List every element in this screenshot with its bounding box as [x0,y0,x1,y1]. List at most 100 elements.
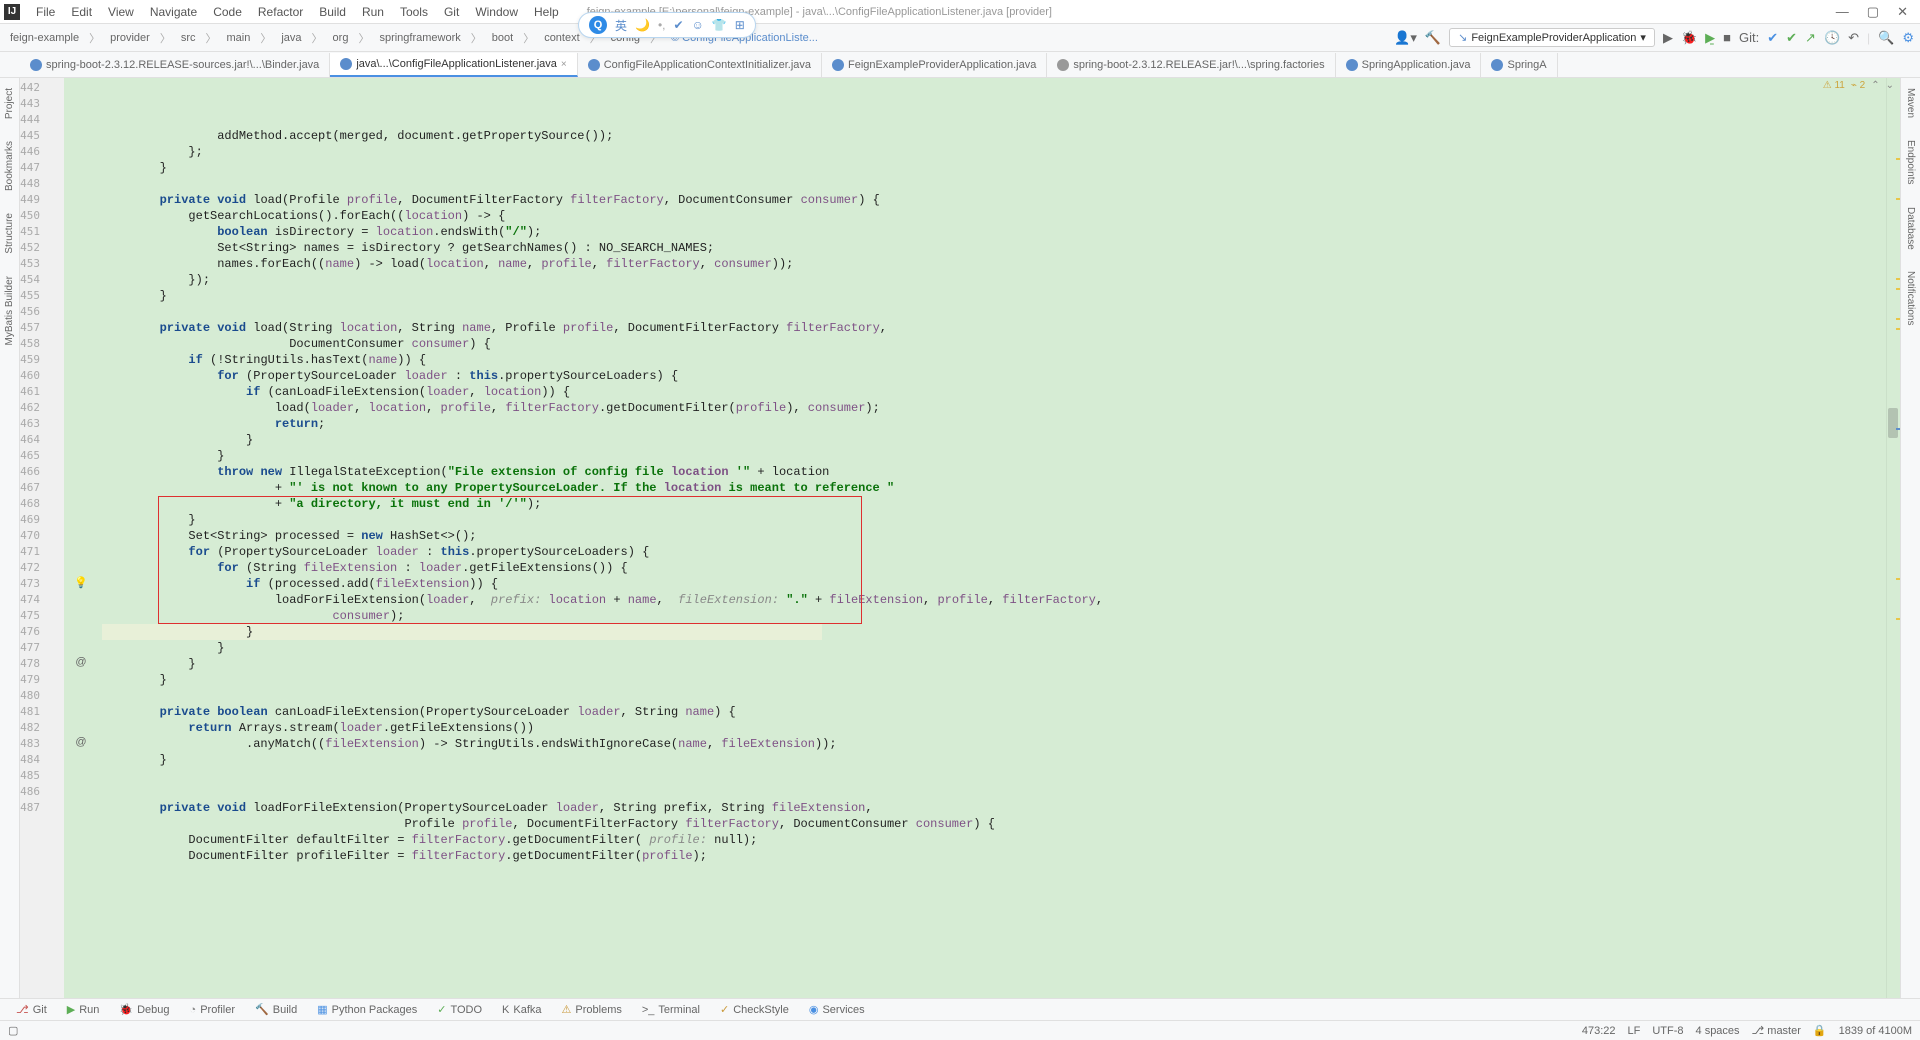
breadcrumb-item[interactable]: org [329,30,353,46]
git-rollback-icon[interactable]: ↶ [1848,30,1859,46]
tool-project[interactable]: Project [4,84,15,123]
code-line[interactable]: DocumentFilter defaultFilter = filterFac… [102,832,1886,848]
code-line[interactable]: for (PropertySourceLoader loader : this.… [102,544,1886,560]
code-line[interactable]: } [102,656,1886,672]
run-config-select[interactable]: ↘ FeignExampleProviderApplication ▾ [1449,28,1655,47]
editor[interactable]: ⚠ 11 ⌁ 2 ⌃⌄ 4424434444454464474484494504… [20,78,1900,998]
editor-tab[interactable]: spring-boot-2.3.12.RELEASE-sources.jar!\… [20,53,330,77]
breadcrumb-item[interactable]: main [223,30,255,46]
code-line[interactable]: DocumentFilter profileFilter = filterFac… [102,848,1886,864]
code-line[interactable]: return; [102,416,1886,432]
code-line[interactable]: Profile profile, DocumentFilterFactory f… [102,816,1886,832]
tool-endpoints[interactable]: Endpoints [1905,136,1916,188]
code-line[interactable] [102,304,1886,320]
run-icon[interactable]: ▶ [1663,30,1673,46]
bottom-tab-debug[interactable]: 🐞Debug [111,1001,177,1018]
bottom-tab-problems[interactable]: ⚠Problems [554,1001,630,1018]
code-line[interactable]: throw new IllegalStateException("File ex… [102,464,1886,480]
code-line[interactable] [102,784,1886,800]
breadcrumb-item[interactable]: springframework [375,30,464,46]
code-line[interactable]: private void loadForFileExtension(Proper… [102,800,1886,816]
ime-lang[interactable]: 英 [615,17,627,34]
editor-tab[interactable]: spring-boot-2.3.12.RELEASE.jar!\...\spri… [1047,53,1335,77]
bottom-tab-git[interactable]: ⎇Git [8,1001,55,1018]
editor-tab[interactable]: SpringA [1481,53,1557,77]
code-area[interactable]: addMethod.accept(merged, document.getPro… [98,78,1886,998]
code-line[interactable]: return Arrays.stream(loader.getFileExten… [102,720,1886,736]
editor-tab[interactable]: ConfigFileApplicationContextInitializer.… [578,53,822,77]
bottom-tab-python-packages[interactable]: ▦Python Packages [309,1001,425,1018]
code-line[interactable] [102,688,1886,704]
menu-navigate[interactable]: Navigate [142,5,205,19]
code-line[interactable]: } [102,432,1886,448]
menu-git[interactable]: Git [436,5,467,19]
code-line[interactable]: } [102,512,1886,528]
breadcrumb-item[interactable]: context [540,30,583,46]
bottom-tab-kafka[interactable]: KKafka [494,1002,549,1018]
cursor-pos[interactable]: 473:22 [1582,1025,1616,1037]
tool-maven[interactable]: Maven [1905,84,1916,122]
scrollbar-thumb[interactable] [1888,408,1898,438]
menu-run[interactable]: Run [354,5,392,19]
code-line[interactable]: + "' is not known to any PropertySourceL… [102,480,1886,496]
tool-bookmarks[interactable]: Bookmarks [4,137,15,195]
code-line[interactable]: for (PropertySourceLoader loader : this.… [102,368,1886,384]
code-line[interactable]: } [102,448,1886,464]
memory-indicator[interactable]: 1839 of 4100M [1839,1025,1912,1037]
editor-tab[interactable]: SpringApplication.java [1336,53,1482,77]
code-line[interactable]: } [102,288,1886,304]
code-line[interactable]: Set<String> names = isDirectory ? getSea… [102,240,1886,256]
menu-code[interactable]: Code [205,5,250,19]
breadcrumb-item[interactable]: feign-example [6,30,83,46]
tool-database[interactable]: Database [1905,203,1916,254]
code-line[interactable]: } [102,752,1886,768]
code-line[interactable]: names.forEach((name) -> load(location, n… [102,256,1886,272]
code-line[interactable]: }; [102,144,1886,160]
code-line[interactable]: consumer); [102,608,1886,624]
code-line[interactable]: private boolean canLoadFileExtension(Pro… [102,704,1886,720]
code-line[interactable]: } [102,640,1886,656]
editor-tab[interactable]: FeignExampleProviderApplication.java [822,53,1047,77]
close-tab-icon[interactable]: × [561,59,567,70]
git-history-icon[interactable]: 🕓 [1824,30,1840,46]
indent[interactable]: 4 spaces [1696,1025,1740,1037]
breadcrumb-item[interactable]: boot [488,30,517,46]
code-line[interactable]: if (!StringUtils.hasText(name)) { [102,352,1886,368]
menu-refactor[interactable]: Refactor [250,5,311,19]
settings-icon[interactable]: ⚙ [1902,30,1914,46]
code-line[interactable]: private void load(Profile profile, Docum… [102,192,1886,208]
inspection-badge[interactable]: ⚠ 11 ⌁ 2 ⌃⌄ [1823,80,1894,91]
menu-build[interactable]: Build [311,5,354,19]
code-line[interactable] [102,768,1886,784]
code-line[interactable]: + "a directory, it must end in '/'"); [102,496,1886,512]
code-line[interactable]: for (String fileExtension : loader.getFi… [102,560,1886,576]
git-branch[interactable]: ⎇ master [1752,1024,1801,1037]
bottom-tab-profiler[interactable]: ◔Profiler [182,1002,244,1018]
tool-icon[interactable]: ✔ [674,18,684,32]
coverage-icon[interactable]: ▶̱ [1705,30,1715,46]
user-icon[interactable]: 👤▾ [1394,30,1417,46]
menu-file[interactable]: File [28,5,63,19]
menu-tools[interactable]: Tools [392,5,436,19]
breadcrumb-item[interactable]: provider [106,30,154,46]
breadcrumb-item[interactable]: java [277,30,305,46]
breadcrumb-item[interactable]: src [177,30,200,46]
menu-view[interactable]: View [100,5,142,19]
code-line[interactable]: private void load(String location, Strin… [102,320,1886,336]
grid-icon[interactable]: ⊞ [735,18,745,32]
minimize-icon[interactable]: — [1836,4,1849,20]
git-update-icon[interactable]: ✔ [1767,30,1778,46]
code-line[interactable]: if (processed.add(fileExtension)) { [102,576,1886,592]
maximize-icon[interactable]: ▢ [1867,4,1879,20]
bottom-tab-build[interactable]: 🔨Build [247,1001,305,1018]
code-line[interactable]: } [102,624,1886,640]
code-line[interactable]: getSearchLocations().forEach((location) … [102,208,1886,224]
git-commit-icon[interactable]: ✔ [1786,30,1797,46]
lock-icon[interactable]: 🔒 [1813,1024,1827,1037]
code-line[interactable]: if (canLoadFileExtension(loader, locatio… [102,384,1886,400]
git-push-icon[interactable]: ↗ [1805,30,1816,46]
code-line[interactable]: Set<String> processed = new HashSet<>(); [102,528,1886,544]
editor-tab[interactable]: java\...\ConfigFileApplicationListener.j… [330,53,577,77]
code-line[interactable]: loadForFileExtension(loader, prefix: loc… [102,592,1886,608]
code-line[interactable]: } [102,160,1886,176]
